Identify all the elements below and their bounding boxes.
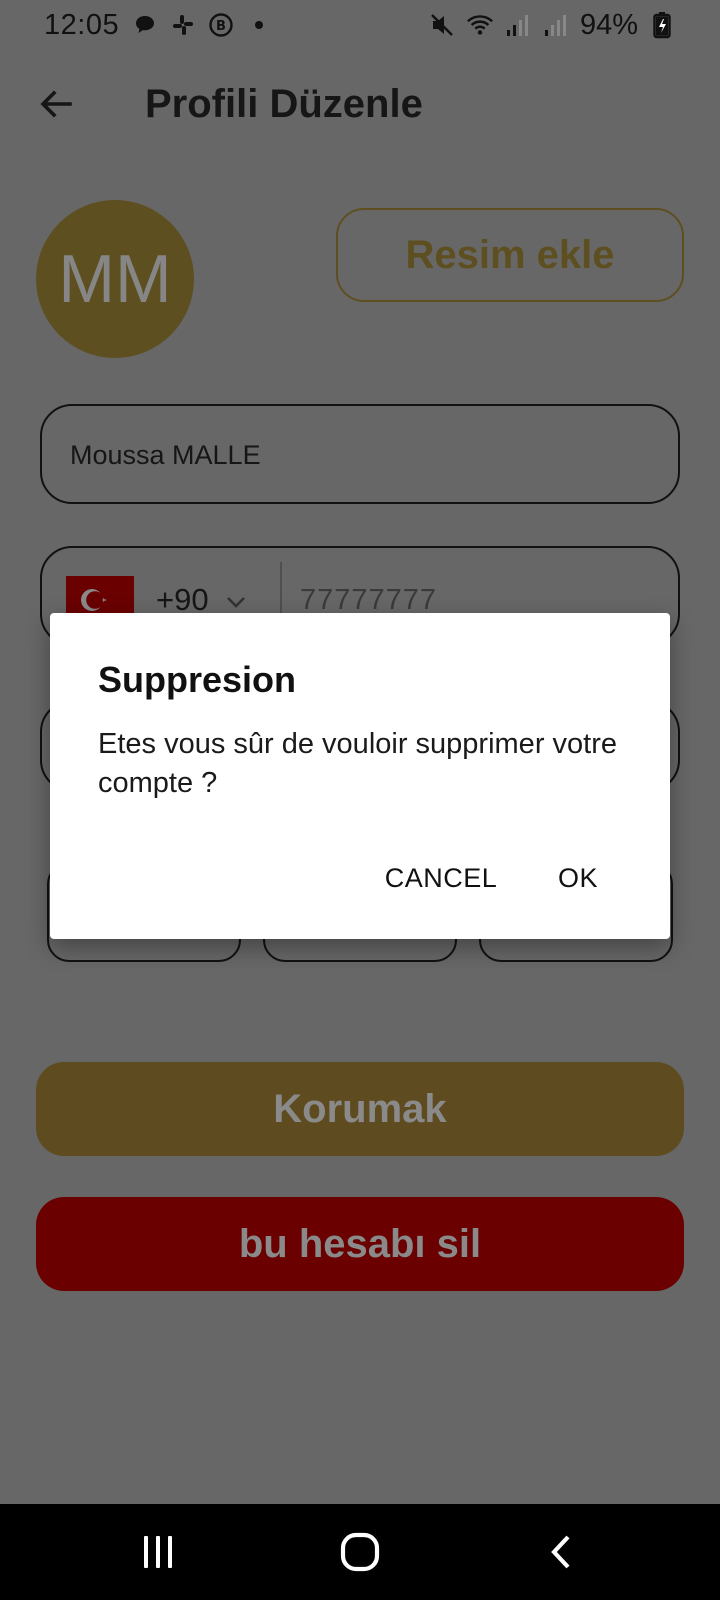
cancel-button[interactable]: CANCEL	[376, 853, 506, 903]
wifi-icon	[466, 11, 494, 39]
arrow-left-icon	[36, 84, 76, 129]
home-button[interactable]	[320, 1524, 400, 1584]
signal-icon	[542, 11, 570, 39]
save-button[interactable]: Korumak	[36, 1062, 684, 1156]
dot-icon	[245, 11, 273, 39]
chat-bubble-icon	[131, 11, 159, 39]
home-icon	[338, 1530, 382, 1579]
dialog-message: Etes vous sûr de vouloir supprimer votre…	[98, 728, 617, 799]
system-status-icons: 94%	[428, 9, 676, 42]
signal-icon	[504, 11, 532, 39]
b-circle-icon: B	[207, 11, 235, 39]
add-photo-button[interactable]: Resim ekle	[336, 208, 684, 302]
dialog-title: Suppresion	[98, 659, 297, 700]
ok-button[interactable]: OK	[544, 853, 612, 903]
slack-icon	[169, 11, 197, 39]
name-field-value: Moussa MALLE	[70, 440, 261, 470]
chevron-left-icon	[542, 1532, 582, 1577]
mute-icon	[428, 11, 456, 39]
status-time: 12:05	[44, 8, 120, 41]
recent-apps-icon	[138, 1532, 178, 1577]
page-title: Profili Düzenle	[145, 82, 423, 126]
system-nav-bar	[0, 1504, 720, 1600]
chevron-down-icon[interactable]	[224, 592, 248, 612]
status-bar: 12:05 B 94%	[0, 0, 720, 50]
recent-apps-button[interactable]	[118, 1524, 198, 1584]
confirm-delete-dialog: Suppresion Etes vous sûr de vouloir supp…	[50, 613, 670, 939]
avatar: MM	[36, 200, 194, 358]
svg-text:B: B	[216, 19, 226, 34]
battery-charging-icon	[648, 11, 676, 39]
app-bar: Profili Düzenle	[0, 64, 720, 144]
nav-back-button[interactable]	[522, 1524, 602, 1584]
name-field[interactable]: Moussa MALLE	[40, 404, 680, 504]
battery-percent: 94%	[579, 8, 638, 41]
back-button[interactable]	[30, 80, 82, 132]
delete-account-button[interactable]: bu hesabı sil	[36, 1197, 684, 1291]
notification-icons: B	[131, 11, 273, 39]
